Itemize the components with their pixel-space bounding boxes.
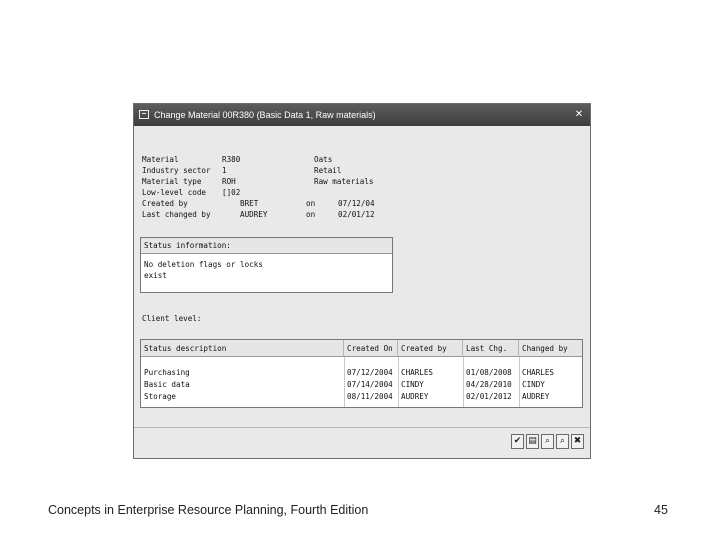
window-title: Change Material 00R380 (Basic Data 1, Ra… (154, 110, 376, 120)
created-on-date: 07/12/04 (338, 199, 375, 208)
status-information-heading: Status information: (141, 238, 392, 254)
material-header: Material R380 Oats Industry sector 1 Ret… (142, 154, 402, 224)
status-information-box: Status information: No deletion flags or… (140, 237, 393, 293)
last-changed-by-label: Last changed by (142, 210, 211, 219)
material-description: Oats (314, 155, 333, 164)
material-type-description: Raw materials (314, 177, 374, 186)
dialog-toolbar: ✔ ▤ ⌕ ⌕ ✖ (511, 434, 584, 452)
title-bar: Change Material 00R380 (Basic Data 1, Ra… (134, 104, 590, 126)
binoculars-next-icon[interactable]: ⌕ (556, 434, 569, 449)
low-level-code-value: []02 (222, 188, 241, 197)
close-window-icon[interactable]: ✕ (572, 108, 586, 121)
industry-sector-value: 1 (222, 166, 227, 175)
changed-on-label: on (306, 210, 316, 219)
material-value: R380 (222, 155, 241, 164)
created-on-label: on (306, 199, 316, 208)
cell-created-on: 07/12/2004 (347, 368, 393, 377)
cell-created-by: CINDY (401, 380, 424, 389)
cell-status-description: Basic data (144, 380, 190, 389)
last-changed-by-value: AUDREY (240, 210, 268, 219)
window-icon (139, 110, 149, 119)
cancel-icon[interactable]: ✖ (571, 434, 584, 449)
column-header-last-changed[interactable]: Last Chg. (463, 340, 519, 357)
cell-created-by: AUDREY (401, 392, 429, 401)
check-icon[interactable]: ✔ (511, 434, 524, 449)
cell-changed-by: AUDREY (522, 392, 550, 401)
material-type-value: ROH (222, 177, 236, 186)
footer-divider (134, 427, 590, 428)
status-line-1: No deletion flags or locks (144, 260, 263, 269)
cell-created-on: 07/14/2004 (347, 380, 393, 389)
created-by-value: BRET (240, 199, 259, 208)
material-type-label: Material type (142, 177, 202, 186)
column-header-created-on[interactable]: Created On (344, 340, 398, 357)
binoculars-icon[interactable]: ⌕ (541, 434, 554, 449)
status-line-2: exist (144, 271, 167, 280)
cell-last-changed: 04/28/2010 (466, 380, 512, 389)
material-label: Material (142, 155, 179, 164)
industry-sector-label: Industry sector (142, 166, 211, 175)
column-header-changed-by[interactable]: Changed by (519, 340, 582, 357)
column-header-created-by[interactable]: Created by (398, 340, 463, 357)
page-number: 45 (654, 503, 668, 517)
document-icon[interactable]: ▤ (526, 434, 539, 449)
slide-footer-text: Concepts in Enterprise Resource Planning… (48, 503, 369, 517)
change-material-dialog: Change Material 00R380 (Basic Data 1, Ra… (133, 103, 591, 459)
low-level-code-label: Low-level code (142, 188, 207, 197)
cell-changed-by: CINDY (522, 380, 545, 389)
created-by-label: Created by (142, 199, 188, 208)
industry-sector-description: Retail (314, 166, 342, 175)
cell-last-changed: 02/01/2012 (466, 392, 512, 401)
column-header-status-description[interactable]: Status description (141, 340, 344, 357)
cell-created-by: CHARLES (401, 368, 434, 377)
status-table: Status description Created On Created by… (140, 339, 583, 408)
cell-status-description: Purchasing (144, 368, 190, 377)
cell-status-description: Storage (144, 392, 177, 401)
cell-last-changed: 01/08/2008 (466, 368, 512, 377)
client-level-label: Client level: (142, 314, 202, 323)
cell-changed-by: CHARLES (522, 368, 555, 377)
cell-created-on: 08/11/2004 (347, 392, 393, 401)
changed-on-date: 02/01/12 (338, 210, 375, 219)
